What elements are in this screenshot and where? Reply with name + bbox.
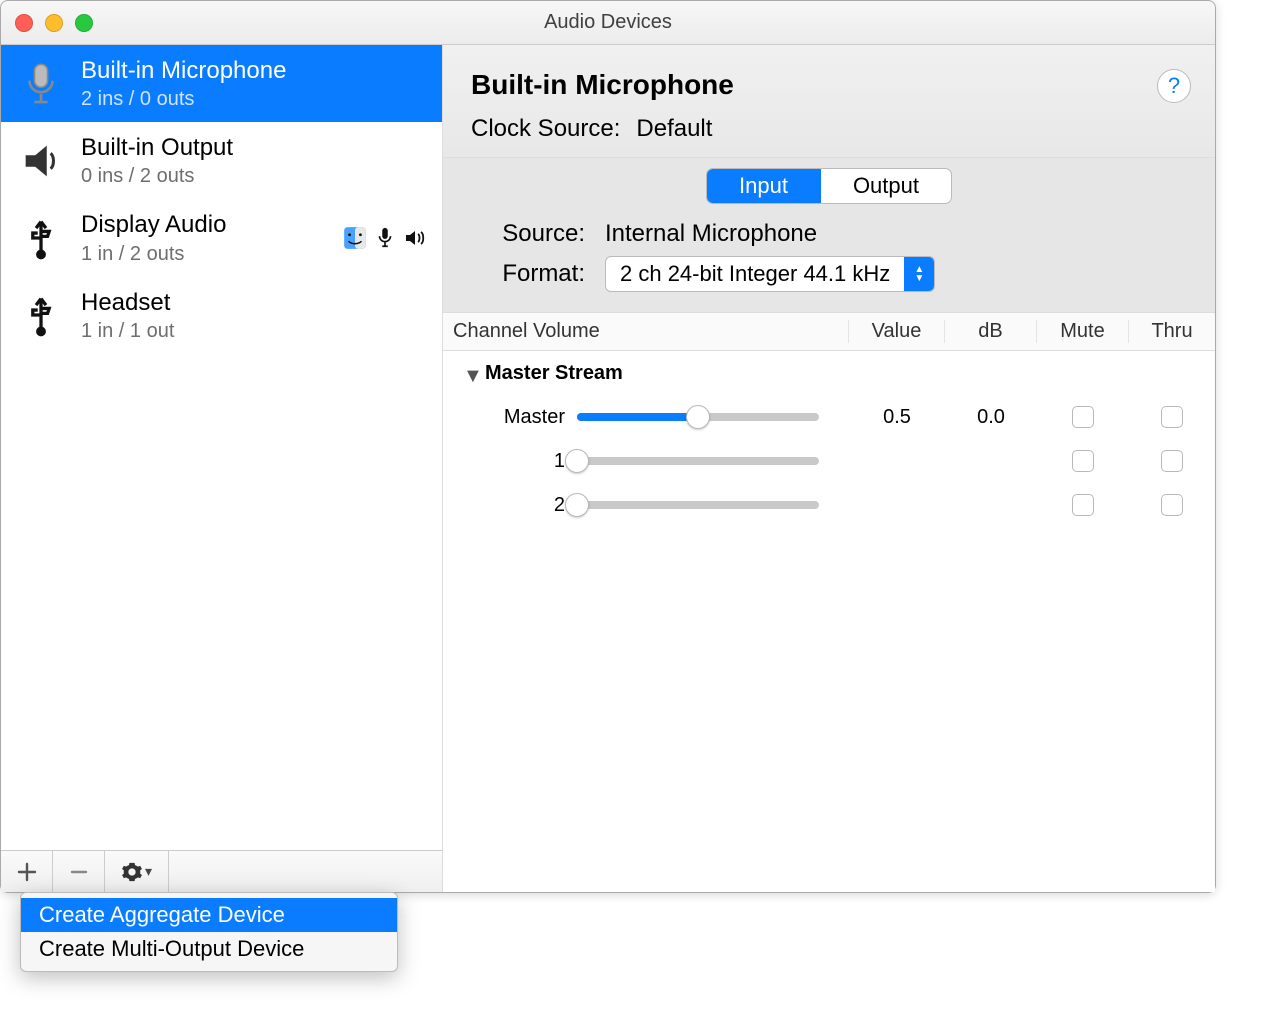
device-name: Built-in Output bbox=[81, 132, 414, 163]
add-device-menu: Create Aggregate DeviceCreate Multi-Outp… bbox=[20, 892, 398, 972]
column-mute: Mute bbox=[1037, 320, 1129, 343]
device-io-summary: 1 in / 2 outs bbox=[81, 241, 328, 267]
device-role-icons bbox=[342, 225, 428, 251]
mute-checkbox[interactable] bbox=[1072, 406, 1094, 428]
mute-checkbox[interactable] bbox=[1072, 450, 1094, 472]
thru-checkbox[interactable] bbox=[1161, 494, 1183, 516]
volume-slider bbox=[577, 501, 819, 509]
help-button[interactable]: ? bbox=[1157, 69, 1191, 103]
device-name: Built-in Microphone bbox=[81, 55, 414, 86]
audio-devices-window: Audio Devices Built-in Microphone 2 ins … bbox=[0, 0, 1216, 893]
disclosure-triangle-icon[interactable]: ▼ bbox=[463, 365, 479, 381]
source-value: Internal Microphone bbox=[605, 220, 817, 248]
thru-checkbox[interactable] bbox=[1161, 406, 1183, 428]
channel-value: 0.5 bbox=[849, 406, 945, 429]
column-thru: Thru bbox=[1129, 320, 1215, 343]
device-list-item[interactable]: Built-in Microphone 2 ins / 0 outs bbox=[1, 45, 442, 122]
channel-table-header: Channel Volume Value dB Mute Thru bbox=[443, 313, 1215, 351]
speaker-icon bbox=[15, 135, 67, 187]
device-list-item[interactable]: Built-in Output 0 ins / 2 outs bbox=[1, 122, 442, 199]
mute-checkbox[interactable] bbox=[1072, 494, 1094, 516]
gear-icon bbox=[121, 861, 143, 883]
device-list-item[interactable]: Display Audio 1 in / 2 outs bbox=[1, 199, 442, 276]
device-actions-button[interactable]: ▾ bbox=[105, 851, 169, 892]
titlebar: Audio Devices bbox=[1, 1, 1215, 45]
detail-title: Built-in Microphone bbox=[471, 69, 1187, 101]
usb-icon bbox=[15, 289, 67, 341]
channel-db: 0.0 bbox=[945, 406, 1037, 429]
detail-header: Built-in Microphone Clock Source: Defaul… bbox=[443, 45, 1215, 158]
format-label: Format: bbox=[479, 260, 585, 288]
channel-name: Master bbox=[467, 406, 577, 429]
plus-icon bbox=[17, 862, 37, 882]
format-stepper-icon: ▲▼ bbox=[904, 257, 934, 291]
tab-input[interactable]: Input bbox=[707, 169, 821, 203]
format-value: 2 ch 24-bit Integer 44.1 kHz bbox=[606, 257, 904, 291]
speaker-icon bbox=[402, 226, 428, 250]
format-select[interactable]: 2 ch 24-bit Integer 44.1 kHz ▲▼ bbox=[605, 256, 935, 292]
clock-source-value: Default bbox=[636, 115, 712, 143]
mic-icon bbox=[374, 225, 396, 251]
device-name: Headset bbox=[81, 287, 414, 318]
sidebar-footer: ▾ bbox=[1, 850, 442, 892]
channel-row: 2 bbox=[443, 483, 1215, 527]
channel-name: 1 bbox=[467, 450, 577, 473]
channel-table: Channel Volume Value dB Mute Thru ▼ Mast… bbox=[443, 312, 1215, 527]
device-io-summary: 2 ins / 0 outs bbox=[81, 86, 414, 112]
device-sidebar: Built-in Microphone 2 ins / 0 outs Built… bbox=[1, 45, 443, 892]
channel-row: 1 bbox=[443, 439, 1215, 483]
thru-checkbox[interactable] bbox=[1161, 450, 1183, 472]
stream-header-row[interactable]: ▼ Master Stream bbox=[443, 351, 1215, 395]
column-value: Value bbox=[849, 320, 945, 343]
add-device-button[interactable] bbox=[1, 851, 53, 892]
io-tabs: Input Output bbox=[706, 168, 952, 204]
clock-source-label: Clock Source: bbox=[471, 115, 620, 143]
channel-row: Master 0.5 0.0 bbox=[443, 395, 1215, 439]
column-channel-volume: Channel Volume bbox=[443, 320, 849, 343]
help-icon: ? bbox=[1168, 73, 1180, 99]
device-io-summary: 0 ins / 2 outs bbox=[81, 163, 414, 189]
usb-icon bbox=[15, 212, 67, 264]
remove-device-button[interactable] bbox=[53, 851, 105, 892]
tab-output[interactable]: Output bbox=[821, 169, 951, 203]
volume-slider bbox=[577, 457, 819, 465]
device-detail-panel: Built-in Microphone Clock Source: Defaul… bbox=[443, 45, 1215, 892]
device-list-item[interactable]: Headset 1 in / 1 out bbox=[1, 277, 442, 354]
stream-label: Master Stream bbox=[485, 362, 623, 385]
channel-name: 2 bbox=[467, 494, 577, 517]
close-window-button[interactable] bbox=[15, 14, 33, 32]
device-io-summary: 1 in / 1 out bbox=[81, 318, 414, 344]
device-list: Built-in Microphone 2 ins / 0 outs Built… bbox=[1, 45, 442, 850]
chevron-down-icon: ▾ bbox=[145, 863, 152, 880]
zoom-window-button[interactable] bbox=[75, 14, 93, 32]
menu-item[interactable]: Create Multi-Output Device bbox=[21, 932, 397, 966]
mic-icon bbox=[15, 58, 67, 110]
volume-slider[interactable] bbox=[577, 413, 819, 421]
source-label: Source: bbox=[479, 220, 585, 248]
device-name: Display Audio bbox=[81, 209, 328, 240]
window-controls bbox=[15, 14, 93, 32]
window-title: Audio Devices bbox=[1, 11, 1215, 34]
minimize-window-button[interactable] bbox=[45, 14, 63, 32]
menu-item[interactable]: Create Aggregate Device bbox=[21, 898, 397, 932]
minus-icon bbox=[69, 862, 89, 882]
finder-icon bbox=[342, 225, 368, 251]
column-db: dB bbox=[945, 320, 1037, 343]
